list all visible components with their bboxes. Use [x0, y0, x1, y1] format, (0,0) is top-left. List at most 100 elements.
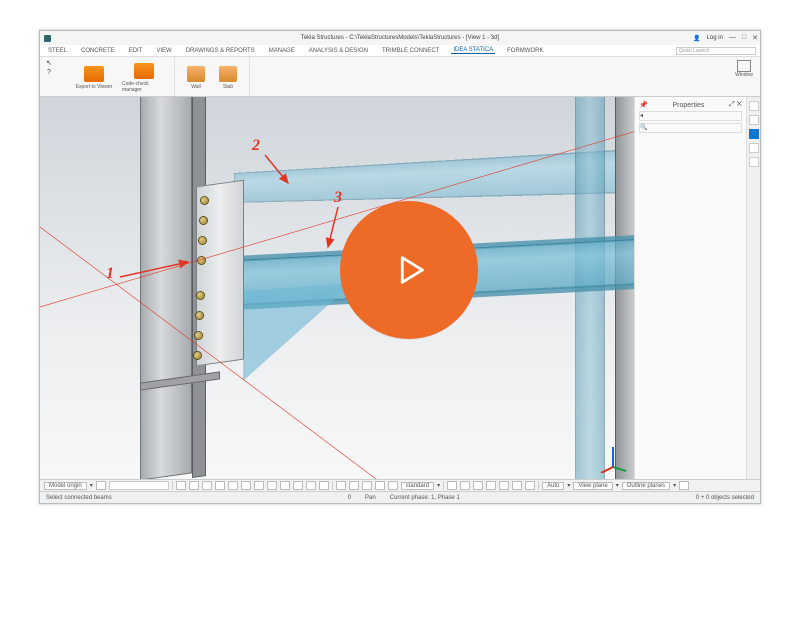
tool-icon[interactable]: [96, 481, 106, 490]
minimize-icon[interactable]: —: [729, 34, 736, 42]
tool-icon[interactable]: [202, 481, 212, 490]
status-zero: 0: [348, 495, 351, 501]
tab-manage[interactable]: MANAGE: [267, 48, 297, 54]
tool-icon[interactable]: [447, 481, 457, 490]
ribbon-group-idea: Export to Viewer Code-check manager: [64, 57, 175, 96]
annotation-label-3: 3: [334, 189, 342, 207]
chevron-down-icon[interactable]: ▾: [90, 482, 93, 489]
slab-icon: [219, 66, 237, 82]
cursor-tool-icon[interactable]: ↖: [44, 59, 54, 67]
panel-expand-icon[interactable]: ⤢: [729, 101, 735, 108]
window-icon: [737, 60, 751, 72]
tab-view[interactable]: VIEW: [154, 48, 173, 54]
standard-select[interactable]: standard: [401, 482, 434, 490]
properties-title: Properties: [672, 102, 704, 109]
tab-idea-statica[interactable]: IDEA STATICA: [451, 47, 495, 54]
chevron-down-icon[interactable]: ▾: [567, 482, 570, 489]
properties-search[interactable]: 🔍: [639, 123, 742, 133]
tool-icon[interactable]: [189, 481, 199, 490]
sidetab-3[interactable]: [749, 129, 759, 139]
tab-concrete[interactable]: CONCRETE: [79, 48, 117, 54]
user-icon[interactable]: 👤: [693, 35, 700, 42]
statusbar: Select connected beams 0 Pan Current pha…: [40, 491, 760, 503]
tool-icon[interactable]: [241, 481, 251, 490]
titlebar-path: C:\TeklaStructuresModels\TeklaStructures: [349, 35, 460, 41]
tool-icon[interactable]: [215, 481, 225, 490]
tool-icon[interactable]: [254, 481, 264, 490]
tool-icon[interactable]: [349, 481, 359, 490]
tool-icon[interactable]: [679, 481, 689, 490]
sidetab-2[interactable]: [749, 115, 759, 125]
menubar: STEEL CONCRETE EDIT VIEW DRAWINGS & REPO…: [40, 45, 760, 57]
tool-icon[interactable]: [499, 481, 509, 490]
properties-panel: 📌 Properties ⤢ ✕ ◂ 🔍: [634, 97, 746, 479]
maximize-icon[interactable]: □: [742, 34, 746, 42]
tool-icon[interactable]: [280, 481, 290, 490]
export-icon: [84, 66, 104, 82]
annotation-label-1: 1: [106, 265, 114, 283]
wall-button[interactable]: Wall: [183, 66, 209, 90]
play-video-button[interactable]: [340, 201, 478, 339]
slab-label: Slab: [223, 84, 233, 90]
lower-toolstrip: Model origin ▾ standard ▾ Auto: [40, 479, 760, 491]
code-check-button[interactable]: Code-check manager: [122, 63, 166, 93]
tool-icon[interactable]: [388, 481, 398, 490]
view-plane-select[interactable]: View plane: [573, 482, 612, 490]
tab-drawings[interactable]: DRAWINGS & REPORTS: [184, 48, 257, 54]
sidetab-5[interactable]: [749, 157, 759, 167]
auto-select[interactable]: Auto: [542, 482, 564, 490]
titlebar-app: Tekla Structures: [301, 35, 344, 41]
code-check-icon: [134, 63, 154, 79]
tool-icon[interactable]: [362, 481, 372, 490]
slab-button[interactable]: Slab: [215, 66, 241, 90]
tool-icon[interactable]: [336, 481, 346, 490]
status-prompt: Select connected beams: [46, 495, 112, 501]
tool-icon[interactable]: [267, 481, 277, 490]
close-icon[interactable]: ✕: [752, 34, 758, 42]
code-check-label: Code-check manager: [122, 81, 166, 93]
tool-icon[interactable]: [460, 481, 470, 490]
tab-formwork[interactable]: FORMWORK: [505, 48, 545, 54]
tool-icon[interactable]: [525, 481, 535, 490]
titlebar: Tekla Structures - C:\TeklaStructuresMod…: [40, 31, 760, 45]
sidetab-4[interactable]: [749, 143, 759, 153]
status-pan: Pan: [365, 495, 376, 501]
tool-icon[interactable]: [319, 481, 329, 490]
hand-tool-icon[interactable]: ?: [44, 69, 54, 77]
tool-icon[interactable]: [473, 481, 483, 490]
tool-icon[interactable]: [375, 481, 385, 490]
tab-steel[interactable]: STEEL: [46, 48, 69, 54]
play-icon: [381, 242, 437, 298]
chevron-down-icon[interactable]: ▾: [437, 482, 440, 489]
app-logo-icon: [44, 35, 51, 42]
outline-planes-select[interactable]: Outline planes: [622, 482, 670, 490]
chevron-down-icon[interactable]: ▾: [616, 482, 619, 489]
chevron-down-icon[interactable]: ▾: [673, 482, 676, 489]
tool-icon[interactable]: [306, 481, 316, 490]
model-origin-button[interactable]: Model origin: [44, 482, 87, 490]
model-search-input[interactable]: [109, 481, 169, 490]
login-link[interactable]: Log in: [707, 35, 723, 41]
3d-viewport[interactable]: 1 2 3: [40, 97, 634, 479]
window-button[interactable]: Window: [732, 57, 756, 78]
tool-icon[interactable]: [293, 481, 303, 490]
status-phase: Current phase: 1, Phase 1: [390, 495, 460, 501]
tab-edit[interactable]: EDIT: [127, 48, 145, 54]
tab-analysis[interactable]: ANALYSIS & DESIGN: [307, 48, 370, 54]
quick-launch-input[interactable]: Quick Launch: [676, 47, 756, 55]
panel-pin-icon[interactable]: 📌: [639, 101, 648, 109]
export-to-viewer-button[interactable]: Export to Viewer: [72, 66, 116, 90]
sidetab-1[interactable]: [749, 101, 759, 111]
tool-icon[interactable]: [486, 481, 496, 490]
axis-triad-icon: [598, 443, 628, 473]
ribbon: ↖ ? Export to Viewer Code-check manager …: [40, 57, 760, 97]
window-label: Window: [735, 72, 753, 78]
tab-trimble[interactable]: TRIMBLE CONNECT: [380, 48, 441, 54]
annotation-label-2: 2: [252, 137, 260, 155]
properties-row[interactable]: ◂: [639, 111, 742, 121]
tool-icon[interactable]: [228, 481, 238, 490]
tool-icon[interactable]: [176, 481, 186, 490]
tool-icon[interactable]: [512, 481, 522, 490]
panel-close-icon[interactable]: ✕: [737, 101, 742, 108]
wall-label: Wall: [191, 84, 201, 90]
